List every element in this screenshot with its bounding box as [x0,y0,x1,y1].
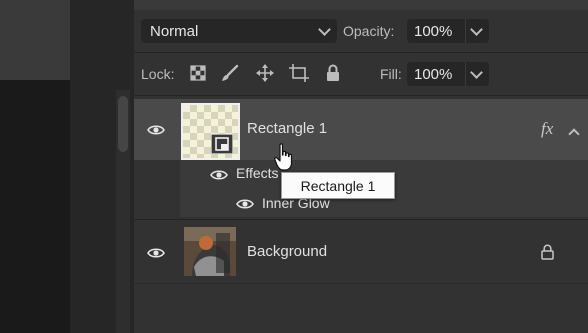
chevron-down-icon [470,66,483,79]
eye-icon[interactable] [147,247,165,259]
blend-mode-select[interactable]: Normal [141,19,337,43]
panel-top-strip [134,0,588,10]
opacity-label: Opacity: [343,23,395,39]
background-thumbnail[interactable] [184,227,236,276]
blend-mode-value: Normal [150,22,199,40]
scrollbar-thumb[interactable] [118,96,128,152]
mouse-pointer-hand-icon [274,143,293,171]
divider [134,95,588,96]
smart-object-icon [211,134,233,154]
fill-value: 100% [414,65,453,83]
padlock-icon[interactable] [541,244,554,260]
fill-field[interactable]: 100% [407,62,489,86]
checkerboard-lock-icon[interactable] [190,65,206,81]
chevron-down-icon [318,23,331,36]
eye-icon[interactable] [147,124,165,136]
artboard-lock-icon[interactable] [289,64,309,82]
effects-label: Effects [236,165,279,181]
layer-name-rectangle-1[interactable]: Rectangle 1 [247,120,327,137]
move-lock-icon[interactable] [256,64,274,82]
divider [134,219,588,220]
canvas-gray-strip [0,0,70,80]
eye-icon[interactable] [236,198,254,210]
canvas-area [0,0,70,333]
fx-icon[interactable]: fx [541,119,553,139]
opacity-field[interactable]: 100% [407,19,489,43]
opacity-value: 100% [414,22,453,40]
padlock-icon[interactable] [326,64,340,82]
divider [134,283,588,284]
panel-gutter [70,0,134,333]
lock-label: Lock: [141,66,175,82]
fill-label: Fill: [380,66,402,82]
layer-name-tooltip: Rectangle 1 [281,172,395,199]
chevron-down-icon [470,23,483,36]
eye-icon[interactable] [210,169,228,181]
brush-lock-icon[interactable] [221,64,239,82]
layer-name-background[interactable]: Background [247,243,327,260]
divider [134,52,588,53]
